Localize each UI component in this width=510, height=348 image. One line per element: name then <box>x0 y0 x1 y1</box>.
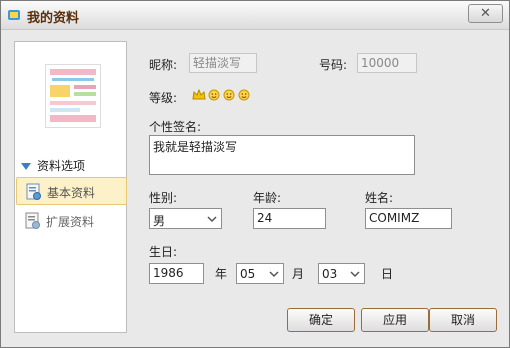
profile-dialog: 我的资料 ✕ 资料选项 基本资料 扩展资料 昵称: 轻描淡写 号码: 10000… <box>0 0 510 348</box>
level-label: 等级: <box>149 91 178 105</box>
sidebar-header-label: 资料选项 <box>37 159 86 173</box>
chevron-down-icon <box>350 271 360 278</box>
birth-day-select[interactable]: 03 <box>318 263 365 284</box>
close-icon: ✕ <box>480 6 491 21</box>
sidebar: 资料选项 基本资料 扩展资料 <box>14 41 127 333</box>
birth-day-value: 03 <box>322 267 338 281</box>
sun-level-icon <box>208 89 220 101</box>
app-icon <box>8 10 20 20</box>
signature-textarea[interactable]: 我就是轻描淡写 <box>149 135 415 175</box>
sidebar-item-label: 扩展资料 <box>46 215 95 229</box>
age-label: 年龄: <box>253 191 282 205</box>
document-edit-icon <box>25 212 40 229</box>
day-unit-label: 日 <box>381 267 394 281</box>
sidebar-item-label: 基本资料 <box>47 186 96 200</box>
year-unit-label: 年 <box>215 267 228 281</box>
birth-year-field[interactable]: 1986 <box>149 263 204 284</box>
nickname-field[interactable]: 轻描淡写 <box>189 53 257 73</box>
number-field[interactable]: 10000 <box>357 53 417 73</box>
close-button[interactable]: ✕ <box>468 4 503 23</box>
chevron-down-icon <box>269 271 279 278</box>
ok-button[interactable]: 确定 <box>287 308 355 332</box>
expand-triangle-icon <box>21 163 31 170</box>
chevron-down-icon <box>207 216 217 223</box>
dialog-title: 我的资料 <box>27 11 80 26</box>
gender-value: 男 <box>153 214 166 228</box>
crown-icon <box>192 89 206 100</box>
signature-label: 个性签名: <box>149 120 202 134</box>
birthday-label: 生日: <box>149 245 178 259</box>
nickname-label: 昵称: <box>149 58 178 72</box>
name-label: 姓名: <box>365 191 394 205</box>
birth-month-value: 05 <box>240 267 256 281</box>
gender-select[interactable]: 男 <box>149 208 222 229</box>
sidebar-item-extended[interactable]: 扩展资料 <box>16 207 127 235</box>
title-bar: 我的资料 ✕ <box>1 1 509 30</box>
cancel-button[interactable]: 取消 <box>429 308 497 332</box>
sidebar-section-header[interactable]: 资料选项 <box>21 157 85 174</box>
document-edit-icon <box>26 183 41 200</box>
sun-level-icon <box>238 89 250 101</box>
sidebar-item-basic[interactable]: 基本资料 <box>16 177 127 205</box>
month-unit-label: 月 <box>292 267 305 281</box>
gender-label: 性别: <box>149 191 178 205</box>
apply-button[interactable]: 应用 <box>361 308 429 332</box>
name-field[interactable]: COMIMZ <box>365 208 452 229</box>
age-field[interactable]: 24 <box>253 208 326 229</box>
birth-month-select[interactable]: 05 <box>236 263 284 284</box>
sun-level-icon <box>223 89 235 101</box>
number-label: 号码: <box>319 58 348 72</box>
profile-thumbnail <box>45 64 101 128</box>
